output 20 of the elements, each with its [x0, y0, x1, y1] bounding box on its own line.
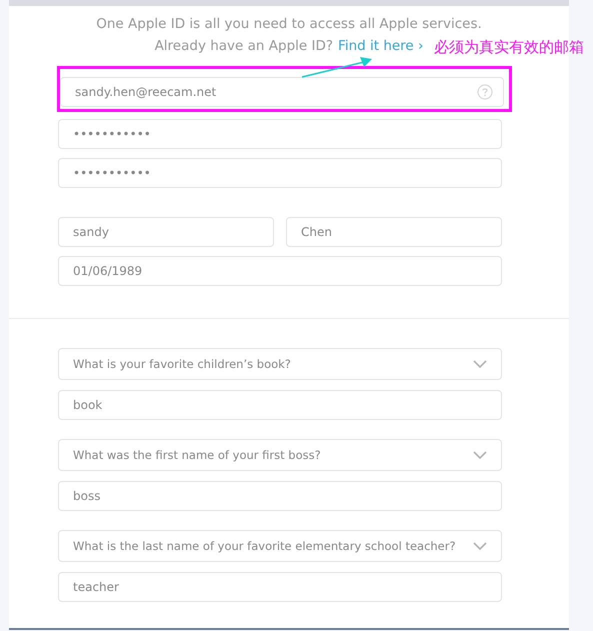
- intro-text: Already have an Apple ID?: [154, 37, 334, 56]
- password-field[interactable]: •••••••••••: [58, 119, 502, 149]
- annotation-text: 必须为真实有效的邮箱: [434, 38, 584, 57]
- question-dropdown[interactable]: What is your favorite children’s book?: [58, 348, 502, 380]
- chevron-down-icon: [473, 542, 487, 550]
- email-field[interactable]: sandy.hen@reecam.net: [60, 77, 504, 107]
- answer-field[interactable]: book: [58, 390, 502, 420]
- question-dropdown[interactable]: What is the last name of your favorite elementary school teacher?: [58, 530, 502, 562]
- password-field[interactable]: •••••••••••: [58, 158, 502, 188]
- chevron-down-icon: [473, 451, 487, 459]
- find-it-here-link[interactable]: Find it here ›: [338, 35, 424, 57]
- help-icon[interactable]: [477, 84, 493, 100]
- intro-text: One Apple ID is all you need to access all Apple services.: [96, 15, 482, 34]
- chevron-down-icon: [473, 360, 487, 368]
- last-name-field[interactable]: Chen: [286, 217, 502, 247]
- birthday-field[interactable]: 01/06/1989: [58, 256, 502, 286]
- answer-field[interactable]: teacher: [58, 572, 502, 602]
- answer-field[interactable]: boss: [58, 481, 502, 511]
- question-dropdown[interactable]: What was the first name of your first boss?: [58, 439, 502, 471]
- first-name-field[interactable]: sandy: [58, 217, 274, 247]
